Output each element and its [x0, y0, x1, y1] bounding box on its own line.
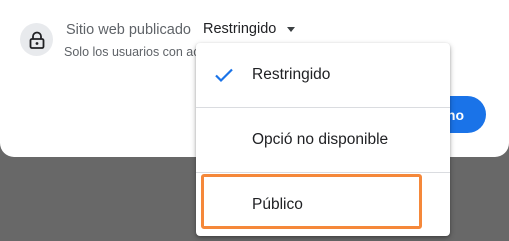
access-level-dropdown[interactable]: Restringido: [203, 21, 296, 37]
caret-down-icon: [287, 26, 296, 32]
access-level-value: Restringido: [203, 21, 277, 37]
menu-item-label: Público: [252, 195, 303, 213]
menu-item-restringido[interactable]: Restringido: [196, 43, 450, 107]
access-level-menu: Restringido Opció no disponible Público: [196, 43, 450, 236]
lock-icon: [20, 23, 53, 56]
check-icon: [215, 68, 233, 83]
menu-item-label: Opció no disponible: [252, 131, 389, 148]
menu-item-publico[interactable]: Público: [196, 173, 450, 236]
published-site-label: Sitio web publicado: [66, 22, 191, 38]
access-description: Solo los usuarios con ac: [64, 45, 199, 59]
menu-item-unavailable-option[interactable]: Opció no disponible: [196, 108, 450, 172]
menu-item-label: Restringido: [252, 66, 331, 83]
